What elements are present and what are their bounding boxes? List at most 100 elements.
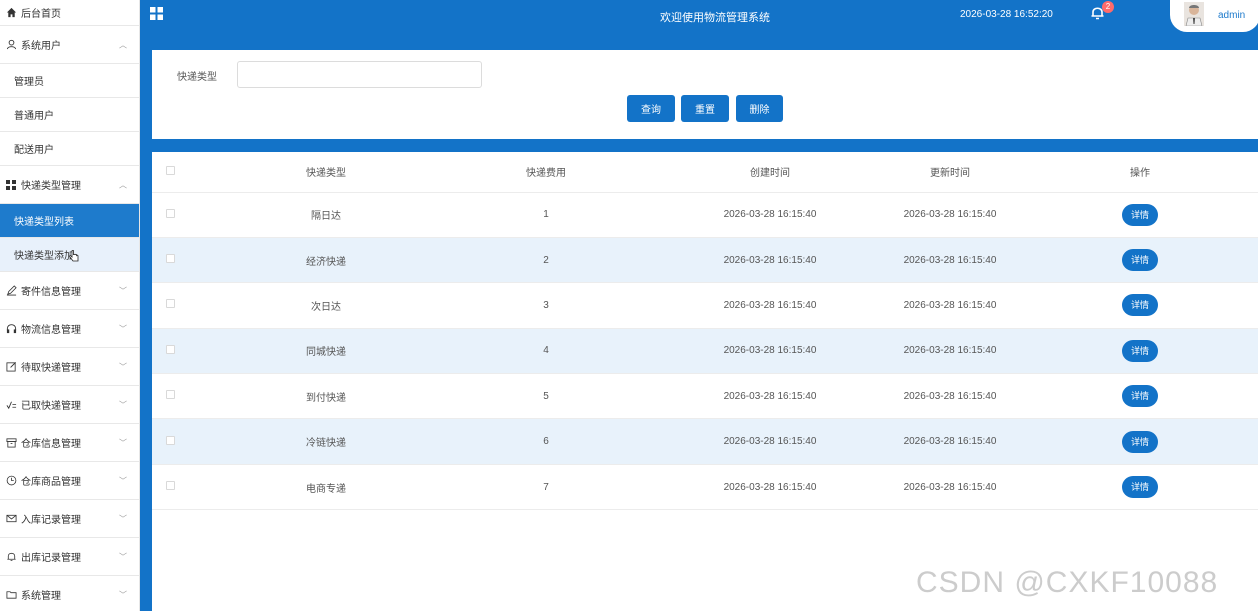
- user-menu[interactable]: admin: [1170, 0, 1258, 32]
- sidebar-group-send-info[interactable]: 寄件信息管理 ﹀: [0, 272, 139, 310]
- sidebar-item-label: 快递类型管理: [21, 181, 81, 192]
- sidebar-item-label: 系统用户: [21, 41, 61, 52]
- chevron-down-icon: ﹀: [119, 286, 127, 295]
- sidebar-item-label: 仓库商品管理: [21, 477, 81, 488]
- cell-actions: 详情: [1022, 237, 1258, 284]
- sidebar-item-admin[interactable]: 管理员: [0, 64, 139, 98]
- chevron-down-icon: ﹀: [119, 514, 127, 523]
- row-checkbox[interactable]: [166, 390, 175, 400]
- table-row[interactable]: 经济快递 2 2026-03-28 16:15:40 2026-03-28 16…: [152, 237, 1258, 284]
- table-row[interactable]: 冷链快递 6 2026-03-28 16:15:40 2026-03-28 16…: [152, 418, 1258, 465]
- sidebar-item-normal-user[interactable]: 普通用户: [0, 98, 139, 132]
- sidebar-group-outbound-records[interactable]: 出库记录管理 ﹀: [0, 538, 139, 576]
- row-checkbox-cell: [152, 464, 222, 511]
- table-row[interactable]: 次日达 3 2026-03-28 16:15:40 2026-03-28 16:…: [152, 282, 1258, 329]
- chevron-down-icon: ﹀: [119, 362, 127, 371]
- detail-button[interactable]: 详情: [1122, 294, 1158, 317]
- row-checkbox[interactable]: [166, 435, 175, 445]
- row-checkbox[interactable]: [166, 254, 175, 264]
- cell-fee: 7: [430, 464, 662, 511]
- table-row[interactable]: 同城快递 4 2026-03-28 16:15:40 2026-03-28 16…: [152, 328, 1258, 375]
- cell-actions: 详情: [1022, 192, 1258, 238]
- sidebar-item-label: 寄件信息管理: [21, 287, 81, 298]
- detail-button[interactable]: 详情: [1122, 339, 1158, 362]
- sidebar-item-label: 仓库信息管理: [21, 439, 81, 450]
- table-row[interactable]: 隔日达 1 2026-03-28 16:15:40 2026-03-28 16:…: [152, 192, 1258, 238]
- cell-created: 2026-03-28 16:15:40: [662, 282, 878, 329]
- select-all-checkbox[interactable]: [166, 165, 175, 175]
- sidebar-item-label: 快递类型添加: [14, 251, 74, 262]
- row-checkbox-cell: [152, 328, 222, 375]
- chevron-down-icon: ﹀: [119, 552, 127, 561]
- panel-divider: [152, 139, 1258, 152]
- express-type-search-input[interactable]: [237, 61, 482, 88]
- sidebar-group-logistics-info[interactable]: 物流信息管理 ﹀: [0, 310, 139, 348]
- archive-icon: [5, 437, 17, 449]
- check-list-icon: [5, 399, 17, 411]
- row-checkbox-cell: [152, 418, 222, 465]
- header-bar: 欢迎使用物流管理系统 2026-03-28 16:52:20 2 admin: [140, 0, 1258, 50]
- cell-created: 2026-03-28 16:15:40: [662, 418, 878, 465]
- sidebar-group-inbound-records[interactable]: 入库记录管理 ﹀: [0, 500, 139, 538]
- avatar: [1184, 1, 1204, 29]
- sidebar-group-picked-up[interactable]: 已取快递管理 ﹀: [0, 386, 139, 424]
- table-row[interactable]: 电商专递 7 2026-03-28 16:15:40 2026-03-28 16…: [152, 464, 1258, 511]
- sidebar-group-system-admin[interactable]: 系统管理 ﹀: [0, 576, 139, 611]
- content-left-border: [140, 0, 152, 611]
- hand-cursor-icon: [68, 249, 80, 266]
- column-header-actions: 操作: [1022, 152, 1258, 193]
- detail-button[interactable]: 详情: [1122, 203, 1158, 226]
- sidebar-group-system-users[interactable]: 系统用户 ︿: [0, 26, 139, 64]
- grid-icon: [5, 179, 17, 191]
- cell-fee: 4: [430, 328, 662, 375]
- row-checkbox[interactable]: [166, 344, 175, 354]
- column-header-type[interactable]: 快递类型: [222, 152, 430, 193]
- sidebar-item-label: 入库记录管理: [21, 515, 81, 526]
- delete-button[interactable]: 删除: [736, 95, 783, 122]
- column-header-updated[interactable]: 更新时间: [878, 152, 1022, 193]
- cell-type: 冷链快递: [222, 418, 430, 465]
- sidebar-group-warehouse-goods[interactable]: 仓库商品管理 ﹀: [0, 462, 139, 500]
- sidebar-item-express-type-add[interactable]: 快递类型添加: [0, 238, 139, 272]
- sidebar-group-express-type[interactable]: 快递类型管理 ︿: [0, 166, 139, 204]
- table-row[interactable]: 到付快递 5 2026-03-28 16:15:40 2026-03-28 16…: [152, 373, 1258, 420]
- cell-actions: 详情: [1022, 464, 1258, 511]
- sidebar-item-label: 已取快递管理: [21, 401, 81, 412]
- row-checkbox[interactable]: [166, 299, 175, 309]
- cell-type: 同城快递: [222, 328, 430, 375]
- row-checkbox[interactable]: [166, 208, 175, 218]
- cell-type: 到付快递: [222, 373, 430, 420]
- bell-icon: [5, 551, 17, 563]
- sidebar-item-label: 出库记录管理: [21, 553, 81, 564]
- cell-created: 2026-03-28 16:15:40: [662, 237, 878, 284]
- sidebar-item-label: 配送用户: [14, 145, 54, 156]
- headset-icon: [5, 323, 17, 335]
- detail-button[interactable]: 详情: [1122, 476, 1158, 499]
- detail-button[interactable]: 详情: [1122, 249, 1158, 272]
- sidebar-item-express-type-list[interactable]: 快递类型列表: [0, 204, 139, 238]
- reset-button[interactable]: 重置: [681, 95, 729, 122]
- home-icon: [5, 7, 17, 19]
- query-button[interactable]: 查询: [627, 95, 675, 122]
- cell-fee: 2: [430, 237, 662, 284]
- column-header-created[interactable]: 创建时间: [662, 152, 878, 193]
- select-all-cell: [152, 152, 222, 193]
- chevron-down-icon: ﹀: [119, 590, 127, 599]
- row-checkbox-cell: [152, 373, 222, 420]
- detail-button[interactable]: 详情: [1122, 385, 1158, 408]
- cell-fee: 6: [430, 418, 662, 465]
- cell-actions: 详情: [1022, 373, 1258, 420]
- sidebar-group-pending-pickup[interactable]: 待取快递管理 ﹀: [0, 348, 139, 386]
- chevron-down-icon: ﹀: [119, 476, 127, 485]
- sidebar-item-home[interactable]: 后台首页: [0, 0, 139, 26]
- sidebar-group-warehouse-info[interactable]: 仓库信息管理 ﹀: [0, 424, 139, 462]
- cell-created: 2026-03-28 16:15:40: [662, 464, 878, 511]
- sidebar-item-label: 快递类型列表: [14, 217, 74, 228]
- detail-button[interactable]: 详情: [1122, 430, 1158, 453]
- sidebar-item-label: 物流信息管理: [21, 325, 81, 336]
- user-icon: [5, 39, 17, 51]
- sidebar-item-delivery-user[interactable]: 配送用户: [0, 132, 139, 166]
- row-checkbox[interactable]: [166, 481, 175, 491]
- cell-updated: 2026-03-28 16:15:40: [878, 282, 1022, 329]
- column-header-fee[interactable]: 快递费用: [430, 152, 662, 193]
